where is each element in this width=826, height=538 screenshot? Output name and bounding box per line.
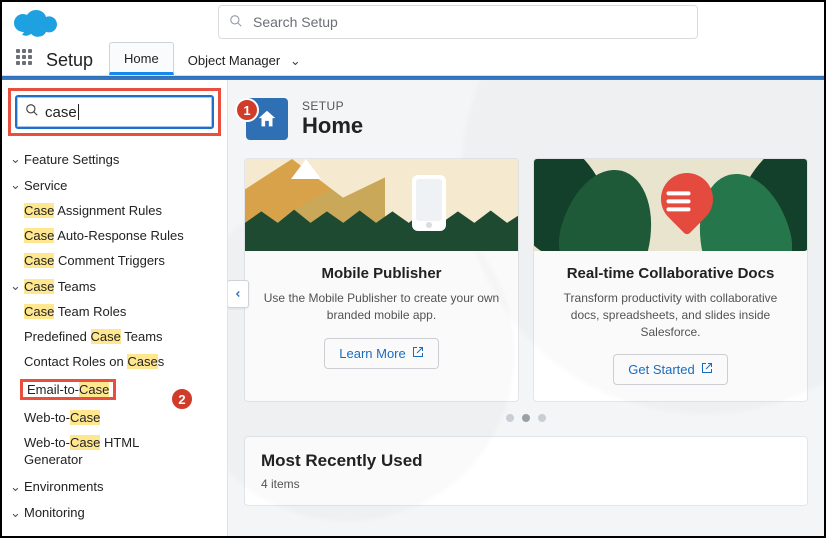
card-illustration <box>245 159 518 251</box>
callout-email-to-case-box: Email-to-Case <box>20 379 116 400</box>
callout-badge-2: 2 <box>170 387 194 411</box>
tree-node-web-to-case[interactable]: Web-to-Case <box>10 405 227 430</box>
tree-node-web-to-case-html-generator[interactable]: Web-to-Case HTML Generator <box>10 430 227 474</box>
tree-node-service[interactable]: ⌄Service <box>10 172 227 198</box>
tree-node-case-teams[interactable]: ⌄Case Teams <box>10 273 227 299</box>
tree-node-contact-roles-on-cases[interactable]: Contact Roles on Cases <box>10 349 227 374</box>
chevron-down-icon: ⌄ <box>10 177 22 193</box>
global-search-placeholder: Search Setup <box>253 14 338 30</box>
app-launcher-icon[interactable] <box>16 49 36 69</box>
search-icon <box>25 103 39 121</box>
tree-node-case-comment-triggers[interactable]: Case Comment Triggers <box>10 248 227 273</box>
callout-quick-find-box: case <box>8 88 221 136</box>
tab-object-manager[interactable]: Object Manager ⌄ <box>174 45 315 75</box>
salesforce-logo <box>10 6 58 38</box>
collapse-sidebar-button[interactable] <box>228 280 249 308</box>
setup-tree: ⌄Feature Settings ⌄Service Case Assignme… <box>2 146 227 526</box>
global-search-input[interactable]: Search Setup <box>218 5 698 39</box>
tree-node-feature-settings[interactable]: ⌄Feature Settings <box>10 146 227 172</box>
tab-home[interactable]: Home <box>109 42 174 75</box>
quick-find-value: case <box>45 104 77 121</box>
tree-node-monitoring[interactable]: ⌄Monitoring <box>10 500 227 526</box>
chevron-down-icon: ⌄ <box>10 505 22 521</box>
setup-home-content: SETUP Home Mobile Publisher Use the Mobi… <box>228 80 824 536</box>
card-illustration <box>534 159 807 251</box>
tree-node-case-team-roles[interactable]: Case Team Roles <box>10 299 227 324</box>
app-name: Setup <box>46 50 93 71</box>
tree-node-case-auto-response-rules[interactable]: Case Auto-Response Rules <box>10 223 227 248</box>
setup-sidebar: case ⌄Feature Settings ⌄Service Case Ass… <box>2 80 228 536</box>
chevron-down-icon: ⌄ <box>10 151 22 167</box>
callout-badge-1: 1 <box>235 98 259 122</box>
tree-node-email-to-case[interactable]: Email-to-Case <box>10 374 227 405</box>
tree-node-environments[interactable]: ⌄Environments <box>10 474 227 500</box>
chevron-down-icon: ⌄ <box>10 278 22 294</box>
chevron-down-icon: ⌄ <box>10 479 22 495</box>
chevron-down-icon: ⌄ <box>290 53 301 68</box>
tree-node-case-assignment-rules[interactable]: Case Assignment Rules <box>10 198 227 223</box>
quick-find-input[interactable]: case <box>15 95 214 129</box>
tree-node-predefined-case-teams[interactable]: Predefined Case Teams <box>10 324 227 349</box>
search-icon <box>229 14 243 31</box>
